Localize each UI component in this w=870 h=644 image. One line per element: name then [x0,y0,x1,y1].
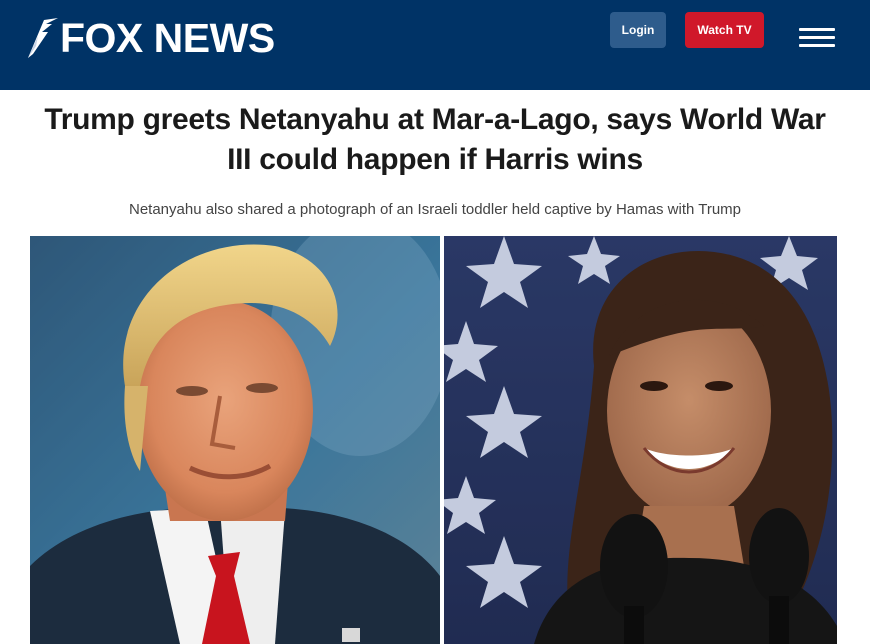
login-button[interactable]: Login [610,12,666,48]
watch-tv-button[interactable]: Watch TV [685,12,764,48]
trump-photo [30,236,440,644]
hamburger-menu-icon[interactable] [794,22,840,52]
logo-text: FOX NEWS [60,15,275,61]
fox-news-logo[interactable]: FOX NEWS [24,14,275,62]
harris-photo [444,236,837,644]
fox-news-logo-mark-icon [28,18,58,58]
menu-line [799,28,835,31]
article-subheadline: Netanyahu also shared a photograph of an… [128,201,742,218]
menu-line [799,44,835,47]
menu-line [799,36,835,39]
article-headline: Trump greets Netanyahu at Mar-a-Lago, sa… [44,103,826,176]
site-header: FOX NEWS Login Watch TV [0,0,870,90]
